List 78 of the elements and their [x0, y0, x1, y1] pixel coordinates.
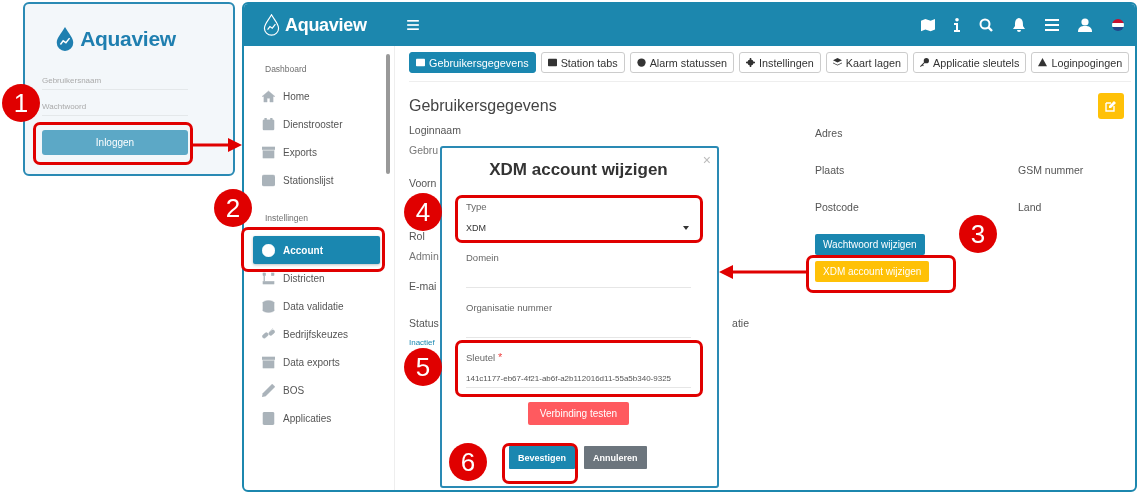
bell-icon[interactable] [1012, 18, 1026, 32]
gear-icon [746, 58, 756, 67]
link-icon [262, 327, 275, 341]
password-field[interactable]: Wachtwoord [42, 98, 188, 116]
water-drop-logo-icon [262, 14, 281, 36]
field-label: Organisatie nummer [466, 302, 554, 313]
scrollbar[interactable] [386, 54, 390, 174]
caret-icon [683, 226, 689, 230]
card-icon [416, 58, 425, 67]
field-label: Voorn [409, 176, 437, 190]
key-icon [919, 58, 929, 67]
sidebar-item[interactable]: Applicaties [253, 404, 380, 432]
sidebar-item[interactable]: BOS [253, 376, 380, 404]
field-label: Adres [815, 127, 843, 139]
sidebar-item[interactable]: Home [253, 82, 380, 110]
edit-icon [1105, 100, 1117, 112]
field-label: Postcode [815, 201, 859, 213]
step-number: 4 [404, 193, 442, 231]
page-title: Gebruikersgegevens [409, 97, 557, 115]
tab[interactable]: Instellingen [739, 52, 821, 73]
info-icon[interactable] [954, 18, 960, 32]
field-value: Inactief [409, 337, 435, 349]
logo-text: Aquaview [285, 14, 367, 36]
action-button[interactable]: Wachtwoord wijzigen [815, 234, 925, 255]
search-icon[interactable] [979, 18, 993, 32]
sidebar-item[interactable]: Stationslijst [253, 166, 380, 194]
pencil-icon [262, 383, 275, 397]
tab[interactable]: Alarm statussen [629, 52, 735, 73]
sidebar-item[interactable]: Exports [253, 138, 380, 166]
type-dropdown[interactable]: XDM [466, 218, 691, 238]
modal-title: XDM account wijzigen [488, 160, 669, 180]
sidebar-item[interactable]: Bedrijfskeuzes [253, 320, 380, 348]
tab[interactable]: Loginpogingen [1031, 52, 1130, 73]
field-value: Gebru [409, 143, 439, 157]
field-label: Plaats [815, 164, 845, 176]
dialog-button[interactable]: Bevestigen [509, 446, 576, 469]
sidebar-item[interactable]: Dienstrooster [253, 110, 380, 138]
field-label: atie [732, 316, 749, 330]
step-number: 2 [214, 189, 252, 227]
field-label: Loginnaam [409, 123, 461, 137]
field-label: Status [409, 316, 439, 330]
field-label: Land [1018, 201, 1042, 213]
pointer-arrow [190, 138, 242, 152]
tab[interactable]: Gebruikersgegevens [409, 52, 536, 73]
menu-icon[interactable] [407, 20, 419, 30]
sidebar-item[interactable]: Districten [253, 264, 380, 292]
flag-icon[interactable] [1111, 18, 1125, 32]
calendar-icon [262, 117, 275, 131]
home-icon [262, 89, 275, 103]
username-field[interactable]: Gebruikersnaam [42, 72, 188, 90]
step-number: 5 [404, 348, 442, 386]
field-label: Domein [466, 252, 500, 263]
sidebar-item[interactable]: Data exports [253, 348, 380, 376]
sidebar-item[interactable]: Account [253, 236, 380, 264]
step-number: 1 [2, 84, 40, 122]
archive-icon [262, 355, 275, 369]
dialog-button[interactable]: Annuleren [584, 446, 647, 469]
tab[interactable]: Station tabs [540, 52, 625, 73]
tablet-icon [262, 411, 275, 425]
sidebar-item[interactable]: Data validatie [253, 292, 380, 320]
logo-text: Aquaview [80, 27, 176, 51]
sidebar-section-title: Dashboard [264, 64, 308, 76]
layers-icon [832, 58, 842, 67]
map-icon[interactable] [921, 18, 935, 32]
tab[interactable]: Applicatie sleutels [912, 52, 1027, 73]
tab[interactable]: Kaart lagen [825, 52, 908, 73]
warn-icon [1038, 58, 1048, 67]
field-value: Admin [409, 249, 439, 263]
tree-icon [262, 271, 275, 285]
field-label: GSM nummer [1018, 164, 1084, 176]
step-number: 3 [959, 215, 997, 253]
field-label: E-mai [409, 279, 437, 293]
sidebar-section-title: Instellingen [264, 213, 309, 225]
field-label: Rol [409, 229, 425, 243]
archive-icon [262, 145, 275, 159]
field-label: Sleutel * [466, 352, 504, 363]
database-icon [262, 299, 275, 313]
field-label: Type [466, 201, 488, 212]
